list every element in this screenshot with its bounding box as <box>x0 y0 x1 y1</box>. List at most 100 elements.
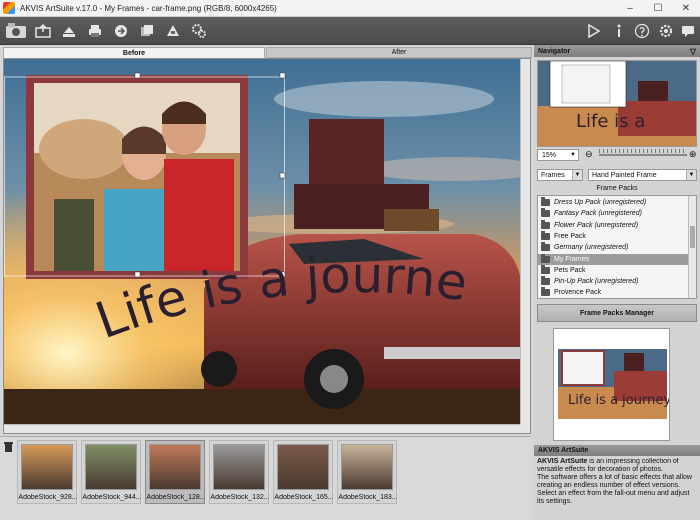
svg-text:Life is a journey: Life is a journey <box>568 393 670 408</box>
batch-icon[interactable] <box>138 21 156 41</box>
pack-label: Fantasy Pack (unregistered) <box>554 210 642 218</box>
maximize-button[interactable]: ☐ <box>644 0 672 17</box>
image-canvas-area: Life is a journey <box>3 58 531 434</box>
run-icon[interactable] <box>585 21 603 41</box>
info-header: AKVIS ArtSuite <box>534 445 700 456</box>
thumbnail-label: AdobeStock_183... <box>338 494 398 501</box>
thumbnail-item[interactable]: AdobeStock_132... <box>209 440 270 504</box>
info-lead: AKVIS ArtSuite <box>537 458 588 465</box>
thumbnail-label: AdobeStock_128... <box>146 494 206 501</box>
pack-label: Provence Pack <box>554 289 602 297</box>
right-panel: Navigator ▽ Life is a 15% ▼ ⊖ ⊕ Frames ▼… <box>534 45 700 520</box>
thumbnail-item[interactable]: AdobeStock_183... <box>337 440 398 504</box>
category-value: Frames <box>541 171 565 179</box>
folder-icon <box>541 219 550 229</box>
pack-label: Pin-Up Pack (unregistered) <box>554 278 639 286</box>
pack-label: Free Pack <box>554 232 586 240</box>
packs-scrollbar[interactable] <box>688 196 696 298</box>
thumbnail-image <box>21 444 73 490</box>
horizontal-scrollbar[interactable] <box>4 424 522 433</box>
frame-preview: Life is a journey <box>553 328 670 441</box>
zoom-ticks <box>599 149 687 153</box>
settings-gear-icon[interactable] <box>190 21 208 41</box>
collapse-icon[interactable]: ▽ <box>690 47 696 56</box>
pack-list-item[interactable]: Pin-Up Pack (unregistered) <box>538 276 688 287</box>
category-dropdown-arrow-icon: ▼ <box>572 170 582 180</box>
zoom-out-icon[interactable]: ⊖ <box>585 149 593 160</box>
zoom-level-field[interactable]: 15% ▼ <box>537 149 579 161</box>
pack-list-item[interactable]: Flower Pack (unregistered) <box>538 219 688 231</box>
zoom-slider[interactable] <box>599 154 687 156</box>
tab-before[interactable]: Before <box>3 47 265 58</box>
folder-icon <box>541 230 550 240</box>
folder-icon <box>541 276 550 286</box>
pack-list-item[interactable]: Fantasy Pack (unregistered) <box>538 208 688 219</box>
thumbnail-item[interactable]: AdobeStock_928... <box>17 440 78 504</box>
info-text-3: Select an effect from the fall-out menu … <box>537 490 690 505</box>
help-icon[interactable] <box>633 21 651 41</box>
thumbnail-item[interactable]: AdobeStock_128... <box>145 440 206 504</box>
folder-icon <box>541 264 550 274</box>
main-toolbar <box>0 17 700 45</box>
effect-dropdown[interactable]: Hand Painted Frame ▼ <box>588 169 697 181</box>
load-preset-icon[interactable] <box>164 21 182 41</box>
effect-value: Hand Painted Frame <box>592 171 657 179</box>
trash-icon[interactable] <box>4 442 13 454</box>
thumbnail-label: AdobeStock_165... <box>274 494 334 501</box>
pack-list-item[interactable]: Free Pack <box>538 230 688 242</box>
zoom-value: 15% <box>542 151 557 159</box>
info-icon[interactable] <box>611 21 627 41</box>
folder-icon <box>541 242 550 252</box>
navigator-preview[interactable]: Life is a <box>537 60 697 147</box>
image-strip: AdobeStock_928... AdobeStock_944... AdobeS… <box>0 436 531 520</box>
frame-packs-manager-button[interactable]: Frame Packs Manager <box>537 304 697 322</box>
frame-packs-title: Frame Packs <box>596 185 638 192</box>
pack-label: Flower Pack (unregistered) <box>554 221 639 229</box>
folder-icon <box>541 208 550 218</box>
effect-dropdown-arrow-icon: ▼ <box>686 170 696 180</box>
navigator-title: Navigator <box>538 47 571 55</box>
title-bar: AKVIS ArtSuite v.17.0 - My Frames - car-… <box>0 0 700 17</box>
frame-packs-list[interactable]: Dress Up Pack (unregistered) Fantasy Pack… <box>537 195 697 299</box>
category-dropdown[interactable]: Frames ▼ <box>537 169 583 181</box>
notifications-icon[interactable] <box>679 21 697 41</box>
pack-list-item[interactable]: Dress Up Pack (unregistered) <box>538 197 688 208</box>
thumbnail-item[interactable]: AdobeStock_944... <box>81 440 142 504</box>
zoom-dropdown-icon: ▼ <box>570 152 576 158</box>
zoom-in-icon[interactable]: ⊕ <box>689 149 697 160</box>
pack-list-item[interactable]: My Frames <box>538 253 688 265</box>
folder-icon <box>541 253 550 263</box>
vertical-scrollbar[interactable] <box>520 59 530 426</box>
save-image-icon[interactable] <box>60 21 78 41</box>
pack-list-item[interactable]: Pets Pack <box>538 264 688 276</box>
image-canvas[interactable]: Life is a journey <box>4 59 522 426</box>
packs-scroll-thumb[interactable] <box>690 226 695 248</box>
text-overlay-layer: Life is a journey <box>4 59 471 350</box>
window-title: AKVIS ArtSuite v.17.0 - My Frames - car-… <box>20 3 277 13</box>
thumbnail-image <box>149 444 201 490</box>
thumbnail-item[interactable]: AdobeStock_165... <box>273 440 334 504</box>
pack-list-item[interactable]: Provence Pack <box>538 287 688 298</box>
folder-icon <box>541 287 550 297</box>
window-controls: – ☐ ✕ <box>616 0 700 17</box>
preferences-icon[interactable] <box>657 21 675 41</box>
tab-after[interactable]: After <box>266 47 532 58</box>
info-text-2: The software offers a lot of basic effec… <box>537 474 692 489</box>
scroll-corner <box>520 424 530 433</box>
thumbnail-image <box>341 444 393 490</box>
app-logo-icon <box>3 2 15 14</box>
open-image-icon[interactable] <box>34 21 52 41</box>
thumbnail-image <box>277 444 329 490</box>
journey-text-path: Life is a journey <box>4 59 471 350</box>
share-icon[interactable] <box>112 21 130 41</box>
minimize-button[interactable]: – <box>616 0 644 17</box>
navigator-header: Navigator ▽ <box>534 45 700 57</box>
pack-list-item[interactable]: Germany (unregistered) <box>538 242 688 253</box>
thumbnail-label: AdobeStock_928... <box>18 494 78 501</box>
print-icon[interactable] <box>86 21 104 41</box>
pack-label: Pets Pack <box>554 266 586 274</box>
thumbnail-image <box>213 444 265 490</box>
folder-icon <box>541 197 550 206</box>
close-button[interactable]: ✕ <box>672 0 700 17</box>
info-description: AKVIS ArtSuite is an impressing collecti… <box>537 458 697 520</box>
